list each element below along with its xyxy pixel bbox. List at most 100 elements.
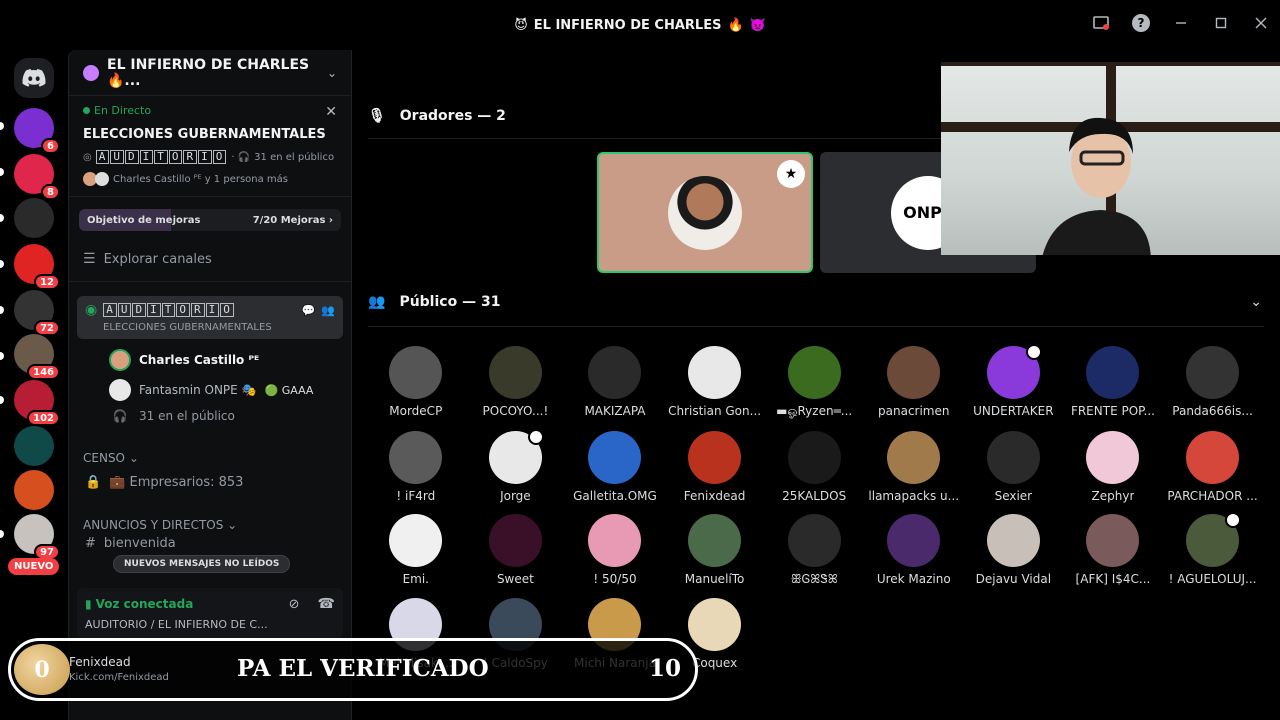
audience-member[interactable]: Sexier — [964, 431, 1064, 503]
audience-member[interactable]: ▬ஓRyzen═... — [764, 346, 864, 420]
hash-icon: # — [85, 536, 96, 551]
audience-member[interactable]: Urek Mazino — [864, 514, 964, 587]
audience-member[interactable]: Emi. — [366, 514, 466, 587]
audience-member[interactable]: PARCHADOR ... — [1163, 431, 1263, 503]
audience-member[interactable]: 25KALDOS — [764, 431, 864, 503]
server-icon-gamer[interactable] — [14, 198, 54, 238]
voice-member[interactable]: Charles Castillo ᴾᴱ — [69, 345, 351, 375]
webcam-overlay — [941, 62, 1280, 255]
server-icon-zk[interactable]: 8 — [14, 154, 60, 200]
signal-icon: ▮ — [85, 597, 92, 611]
audience-member-name: ManuelíTo — [684, 572, 745, 586]
window-title-text: EL INFIERNO DE CHARLES — [533, 17, 722, 33]
new-messages-pill[interactable]: NUEVOS MENSAJES NO LEÍDOS — [113, 555, 291, 573]
member-name: Fantasmin ONPE 🎭 — [139, 383, 257, 397]
server-icon-teal[interactable] — [14, 426, 54, 466]
audience-member[interactable]: MAKIZAPA — [565, 346, 665, 420]
explore-channels[interactable]: ☰ Explorar canales — [69, 243, 351, 282]
title-bar: 😈 EL INFIERNO DE CHARLES 🔥 👿 ? — [0, 0, 1280, 50]
angry-devil-icon: 👿 — [749, 17, 766, 33]
server-header[interactable]: EL INFIERNO DE CHARLES 🔥... ⌄ — [69, 50, 351, 96]
server-icon-mascot[interactable]: 72 — [14, 290, 60, 336]
category-anuncios[interactable]: ANUNCIOS Y DIRECTOS ⌄ — [69, 508, 351, 536]
audience-member[interactable]: ꕥᎶꕤᏕꕤ — [764, 514, 864, 587]
server-icon-jump[interactable]: 12 — [14, 244, 60, 290]
audience-member-name: PARCHADOR ... — [1167, 489, 1258, 503]
audience-member[interactable]: Jorge — [466, 429, 566, 503]
audience-member[interactable]: FRENTE POP... — [1063, 346, 1163, 420]
devil-face-icon: 😈 — [514, 17, 528, 33]
stage-icon: ◎ — [83, 151, 92, 163]
audience-count[interactable]: 🎧 31 en el público — [69, 405, 351, 427]
audience-member[interactable]: ! iF4rd — [366, 431, 466, 503]
close-icon[interactable]: ✕ — [325, 104, 337, 120]
audience-member[interactable]: Fenixdead — [665, 431, 765, 503]
discord-logo-icon — [22, 69, 46, 87]
voice-path: AUDITORIO / EL INFIERNO DE C... — [85, 618, 268, 631]
server-icon-fire[interactable] — [14, 470, 54, 510]
minimize-icon[interactable] — [1172, 14, 1190, 32]
audience-member[interactable]: panacrimen — [864, 346, 964, 420]
chevron-down-icon[interactable]: ⌄ — [1250, 294, 1262, 310]
invite-icon[interactable]: 👥 — [321, 304, 335, 317]
inbox-icon[interactable] — [1092, 14, 1110, 32]
boost-goal-bar[interactable]: Objetivo de mejoras 7/20 Mejoras › — [79, 209, 341, 231]
live-stage-card[interactable]: En Directo ELECCIONES GUBERNAMENTALES ◎ … — [69, 96, 351, 197]
live-title: ELECCIONES GUBERNAMENTALES — [83, 127, 326, 142]
discord-home-button[interactable] — [14, 58, 54, 98]
speakers-header-text: Oradores — 2 — [399, 108, 506, 124]
audience-member[interactable]: llamapacks u... — [864, 431, 964, 503]
voice-member[interactable]: Fantasmin ONPE 🎭 🟢 GAAA — [69, 375, 351, 405]
chat-icon[interactable]: 💬 — [302, 304, 316, 317]
server-rail: 6 8 12 72 146 102 97 NUEVO — [0, 50, 68, 720]
close-window-icon[interactable] — [1252, 14, 1270, 32]
help-icon[interactable]: ? — [1132, 14, 1150, 32]
stage-channel-auditorio[interactable]: ◉ AUDITORIO 💬 👥 ELECCIONES GUBERNAMENTAL… — [77, 296, 343, 339]
server-icon-purple[interactable]: 6 — [14, 108, 60, 154]
avatar — [787, 346, 841, 399]
mute-video-icon[interactable]: ⊘ — [289, 597, 300, 612]
audience-member[interactable]: [AFK] I$4C... — [1063, 514, 1163, 587]
audience-member[interactable]: Sweet — [466, 514, 566, 587]
locked-channel[interactable]: 🔒 💼 Empresarios: 853 — [69, 469, 351, 496]
server-icon-face[interactable]: 97 — [14, 514, 60, 560]
audience-member-name: [AFK] I$4C... — [1075, 572, 1151, 586]
audience-member[interactable]: ! 50/50 — [565, 514, 665, 587]
audience-member[interactable]: Panda666is... — [1163, 346, 1263, 420]
audience-member-name: panacrimen — [878, 404, 950, 418]
avatar — [986, 514, 1040, 567]
audience-member[interactable]: MordeCP — [366, 346, 466, 420]
audience-member[interactable]: POCOYO...! — [466, 346, 566, 420]
maximize-icon[interactable] — [1212, 14, 1230, 32]
member-name: Charles Castillo ᴾᴱ — [139, 353, 260, 367]
server-icon-red[interactable]: 102 — [14, 380, 60, 426]
audience-member[interactable]: Galletita.OMG — [565, 431, 665, 503]
audience-member[interactable]: Christian Gon... — [665, 346, 765, 420]
audience-member-name: UNDERTAKER — [973, 404, 1054, 418]
overlay-user: Fenixdead Kick.com/Fenixdead — [69, 655, 169, 683]
avatar — [488, 514, 542, 567]
disconnect-icon[interactable]: ☎ — [318, 596, 335, 612]
audience-member-name: Jorge — [500, 489, 531, 503]
server-icon-person[interactable]: 146 — [14, 334, 60, 380]
audience-member[interactable]: Dejavu Vidal — [964, 514, 1064, 587]
audience-member-name: Sexier — [994, 489, 1033, 503]
live-tag: En Directo — [83, 104, 337, 117]
speaker-tile[interactable]: ★ — [597, 152, 813, 273]
badge-icon — [527, 429, 544, 445]
audience-member[interactable]: ! AGUELOLUJ... — [1163, 512, 1263, 587]
moderator-icon: ★ — [777, 160, 805, 188]
voice-connected-panel: ▮ Voz conectada ⊘ ☎ AUDITORIO / EL INFIE… — [77, 588, 343, 639]
locked-channel-name: 💼 Empresarios: 853 — [109, 475, 244, 490]
overlay-user-name: Fenixdead — [69, 655, 131, 669]
text-channel-bienvenida[interactable]: # bienvenida — [69, 536, 351, 557]
audience-member[interactable]: Zephyr — [1063, 431, 1163, 503]
avatar — [488, 346, 542, 399]
audience-member[interactable]: UNDERTAKER — [964, 344, 1064, 420]
headphones-icon: 🎧 — [112, 409, 128, 423]
avatar — [95, 172, 109, 186]
category-censo[interactable]: CENSO ⌄ — [69, 441, 351, 469]
new-servers-badge[interactable]: NUEVO — [8, 558, 60, 575]
audience-member-name: Fenixdead — [683, 489, 746, 503]
audience-member[interactable]: ManuelíTo — [665, 514, 765, 587]
